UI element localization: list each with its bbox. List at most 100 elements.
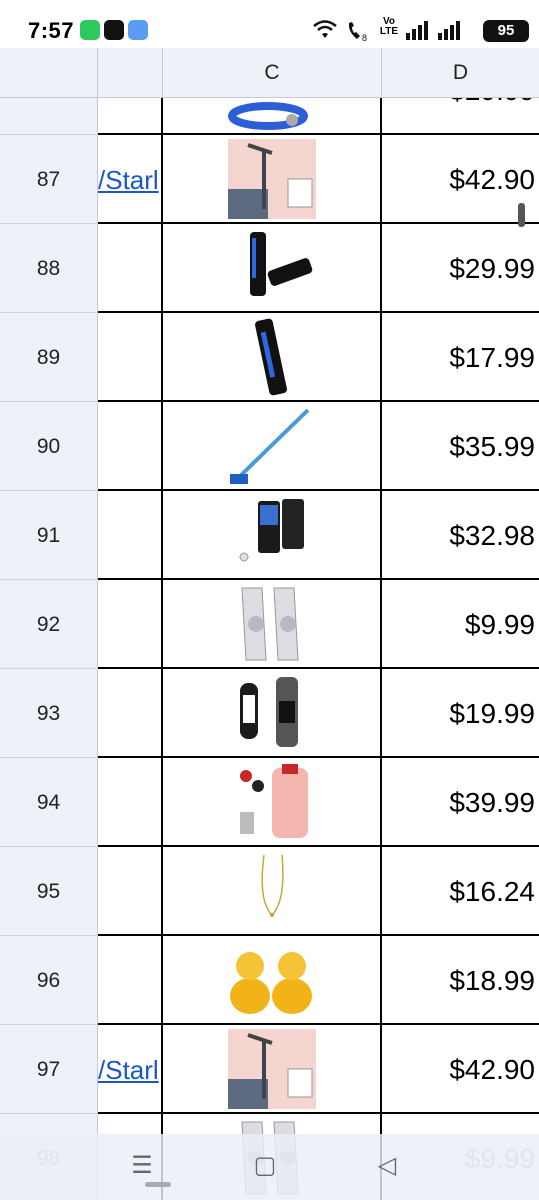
table-row[interactable]: 97/Starl $42.90 [0,1025,539,1114]
row-number[interactable]: 93 [0,669,98,758]
table-row[interactable]: 95 $16.24 [0,847,539,936]
row-number[interactable]: 91 [0,491,98,580]
home-button[interactable]: ▢ [245,1148,285,1184]
price-text: $16.24 [449,876,535,907]
cell-b[interactable] [98,402,163,491]
cell-c[interactable] [163,224,382,313]
cell-b[interactable]: /Starl [98,135,163,224]
table-row[interactable]: 89 $17.99 [0,313,539,402]
table-row[interactable]: 87/Starl $42.90 [0,135,539,224]
product-thumbnail [239,677,298,747]
price-text: $19.99 [449,698,535,729]
cell-b[interactable] [98,491,163,580]
row-number[interactable]: 94 [0,758,98,847]
cell-price[interactable]: $35.99 [382,402,539,491]
cell-c[interactable] [163,313,382,402]
cell-b[interactable] [98,847,163,936]
cell-b[interactable] [98,669,163,758]
product-thumbnail [239,499,304,562]
column-header-bar: C D [0,48,539,98]
row-number[interactable]: 87 [0,135,98,224]
price-text: $42.90 [449,1054,535,1085]
table-row[interactable]: 94 $39.99 [0,758,539,847]
price-text: $9.99 [464,609,535,640]
column-header-a[interactable] [0,48,98,98]
product-thumbnail [249,232,312,296]
battery-indicator: 95 [483,20,529,42]
table-row[interactable]: 93 $19.99 [0,669,539,758]
product-thumbnail [229,408,309,484]
cell-c[interactable] [163,936,382,1025]
cell-b[interactable]: /Starl [98,1025,163,1114]
cell-b[interactable] [98,936,163,1025]
signal-icon [406,21,428,40]
table-row[interactable]: 92 $9.99 [0,580,539,669]
link-text[interactable]: /Starl [98,1055,159,1086]
table-row[interactable]: 88 $29.99 [0,224,539,313]
row-number[interactable]: 97 [0,1025,98,1114]
table-row[interactable]: 91 $32.98 [0,491,539,580]
table-row[interactable]: 96 $18.99 [0,936,539,1025]
back-button[interactable]: ◁ [367,1148,407,1184]
row-number[interactable]: 95 [0,847,98,936]
row-number[interactable]: 92 [0,580,98,669]
price-text: $29.99 [449,253,535,284]
product-thumbnail [240,587,299,661]
volte-label: Vo LTE [379,16,399,37]
product-thumbnail [227,1029,316,1109]
cell-price[interactable]: $32.98 [382,491,539,580]
status-bar: 7:57 8 Vo LTE 95 [0,0,539,48]
cell-c[interactable] [163,758,382,847]
scrollbar-thumb[interactable] [518,203,525,227]
row-number[interactable]: 88 [0,224,98,313]
cell-price[interactable]: $19.99 [382,669,539,758]
weather-icon [128,20,148,40]
price-text: $42.90 [449,164,535,195]
link-text[interactable]: /Starl [98,165,159,196]
column-header-c[interactable]: C [163,48,382,98]
column-header-d[interactable]: D [382,48,539,98]
cell-b[interactable] [98,758,163,847]
row-number[interactable]: 96 [0,936,98,1025]
product-thumbnail [260,854,284,917]
cell-c[interactable] [163,847,382,936]
cell-b[interactable] [98,224,163,313]
product-thumbnail [227,139,316,219]
cell-price[interactable]: $17.99 [382,313,539,402]
cell-price[interactable]: $39.99 [382,758,539,847]
row-number[interactable]: 90 [0,402,98,491]
cell-c[interactable] [163,1025,382,1114]
product-thumbnail [229,952,312,1014]
cell-price[interactable]: $18.99 [382,936,539,1025]
cell-price[interactable]: $42.90 [382,135,539,224]
wifi-calling-icon: 8 [348,22,367,42]
status-time: 7:57 [28,18,75,43]
column-header-b[interactable] [98,48,163,98]
recents-button[interactable]: ☰ [122,1148,162,1184]
wifi-icon [313,20,337,38]
spreadsheet[interactable]: $29.9987/Starl$42.9088$29.9989$17.9990$3… [0,48,539,1200]
price-text: $35.99 [449,431,535,462]
cell-c[interactable] [163,402,382,491]
signal-icon [438,21,460,40]
product-thumbnail [239,764,308,838]
cell-price[interactable]: $16.24 [382,847,539,936]
cell-price[interactable]: $29.99 [382,224,539,313]
cell-c[interactable] [163,669,382,758]
cell-b[interactable] [98,313,163,402]
youtube-icon [104,20,124,40]
gesture-pill [145,1182,171,1187]
price-text: $18.99 [449,965,535,996]
table-row[interactable]: 90 $35.99 [0,402,539,491]
navigation-bar: ☰ ▢ ◁ [0,1134,539,1200]
cell-c[interactable] [163,491,382,580]
cell-price[interactable]: $42.90 [382,1025,539,1114]
cell-c[interactable] [163,135,382,224]
cell-b[interactable] [98,580,163,669]
row-number[interactable]: 89 [0,313,98,402]
price-text: $17.99 [449,342,535,373]
cell-c[interactable] [163,580,382,669]
price-text: $39.99 [449,787,535,818]
whatsapp-icon [80,20,100,40]
cell-price[interactable]: $9.99 [382,580,539,669]
